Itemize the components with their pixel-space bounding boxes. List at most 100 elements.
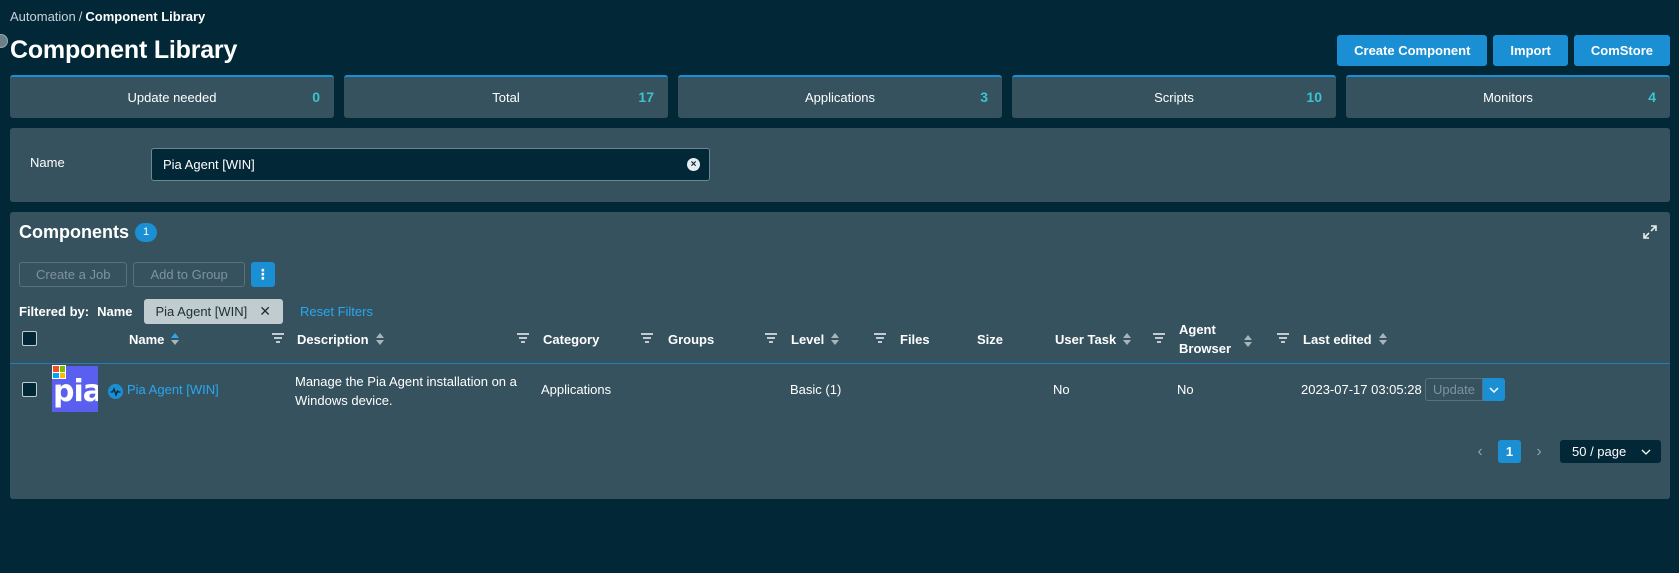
filter-icon[interactable]: [641, 333, 653, 343]
breadcrumb-separator: /: [78, 9, 83, 24]
stat-count: 3: [980, 89, 988, 105]
stat-count: 17: [638, 89, 654, 105]
stats-bar: Update needed 0 Total 17 Applications 3 …: [10, 75, 1670, 118]
filter-icon[interactable]: [1277, 333, 1289, 343]
pagination: ‹ 1 › 50 / page: [1472, 440, 1661, 463]
components-count-badge: 1: [135, 223, 157, 242]
table-header: Name Description Category Groups Level F…: [10, 314, 1670, 364]
column-header-level[interactable]: Level: [791, 314, 840, 364]
import-button[interactable]: Import: [1493, 35, 1568, 66]
sort-icon[interactable]: [1244, 335, 1252, 347]
column-header-user-task[interactable]: User Task: [1055, 314, 1132, 364]
select-all-checkbox[interactable]: [22, 331, 37, 346]
stat-label: Applications: [804, 90, 876, 105]
row-checkbox[interactable]: [22, 382, 37, 397]
filter-icon[interactable]: [765, 333, 777, 343]
column-label: Description: [297, 331, 369, 347]
filter-icon[interactable]: [1153, 333, 1165, 343]
chevron-down-icon: [1641, 449, 1651, 455]
stat-monitors[interactable]: Monitors 4: [1346, 75, 1670, 118]
category-cell: Applications: [541, 382, 612, 397]
level-cell: Basic (1): [790, 382, 842, 397]
column-header-agent-browser[interactable]: Agent Browser: [1179, 314, 1231, 364]
name-filter-value: Pia Agent [WIN]: [163, 157, 255, 172]
page-title: Component Library: [10, 36, 238, 64]
update-button[interactable]: Update: [1425, 378, 1483, 401]
sort-icon[interactable]: [831, 333, 840, 345]
update-split-button: Update: [1425, 378, 1505, 401]
column-header-size[interactable]: Size: [977, 314, 1003, 364]
column-label: User Task: [1055, 331, 1117, 347]
last-edited-cell: 2023-07-17 03:05:28: [1301, 382, 1422, 397]
monitor-pulse-icon: [108, 384, 123, 399]
table-row[interactable]: pia Pia Agent [WIN] Manage the Pia Agent…: [10, 365, 1670, 417]
stat-count: 4: [1648, 89, 1656, 105]
column-header-groups[interactable]: Groups: [668, 314, 714, 364]
breadcrumb-parent[interactable]: Automation: [10, 9, 76, 24]
stat-label: Total: [492, 90, 520, 105]
chevron-down-icon: [1489, 386, 1499, 393]
page-size-value: 50 / page: [1572, 444, 1627, 459]
prev-page-icon[interactable]: ‹: [1472, 443, 1488, 461]
stat-count: 10: [1306, 89, 1322, 105]
filter-panel: Name Pia Agent [WIN] ×: [10, 128, 1670, 202]
description-line: Manage the Pia Agent installation on a: [295, 374, 517, 389]
column-header-files[interactable]: Files: [900, 314, 930, 364]
clear-icon[interactable]: ×: [687, 158, 700, 171]
stat-update-needed[interactable]: Update needed 0: [10, 75, 334, 118]
components-panel: Components 1 Create a Job Add to Group ⋮…: [10, 212, 1670, 499]
sort-icon[interactable]: [1378, 333, 1387, 345]
stat-applications[interactable]: Applications 3: [678, 75, 1002, 118]
component-name-link[interactable]: Pia Agent [WIN]: [127, 382, 219, 397]
column-label: Last edited: [1303, 331, 1372, 347]
header-actions: Create Component Import ComStore: [1337, 35, 1670, 66]
filter-icon[interactable]: [517, 333, 529, 343]
column-label: Level: [791, 331, 825, 347]
stat-count: 0: [312, 89, 320, 105]
add-to-group-button[interactable]: Add to Group: [133, 262, 245, 287]
column-label: Name: [129, 331, 165, 347]
breadcrumb: Automation / Component Library: [10, 9, 205, 24]
description-cell: Manage the Pia Agent installation on a W…: [295, 372, 517, 410]
column-header-category[interactable]: Category: [543, 314, 599, 364]
expand-icon[interactable]: [1642, 224, 1658, 240]
column-label: Files: [900, 331, 930, 347]
create-job-button[interactable]: Create a Job: [19, 262, 128, 287]
user-task-cell: No: [1053, 382, 1070, 397]
page-number[interactable]: 1: [1498, 440, 1521, 463]
logo-text: pia: [53, 374, 98, 409]
filter-icon[interactable]: [874, 333, 886, 343]
more-actions-button[interactable]: ⋮: [250, 262, 275, 287]
stat-scripts[interactable]: Scripts 10: [1012, 75, 1336, 118]
next-page-icon[interactable]: ›: [1531, 443, 1547, 461]
column-label: Groups: [668, 331, 715, 347]
stat-label: Monitors: [1483, 90, 1533, 105]
sidebar-toggle-icon[interactable]: [0, 34, 8, 48]
bulk-actions: Create a Job Add to Group ⋮: [19, 262, 275, 287]
comstore-button[interactable]: ComStore: [1573, 35, 1670, 66]
components-title: Components 1: [19, 222, 157, 243]
column-header-last-edited[interactable]: Last edited: [1303, 314, 1387, 364]
stat-label: Update needed: [127, 90, 217, 105]
column-label: Category: [543, 331, 600, 347]
sort-icon[interactable]: [171, 333, 180, 345]
components-title-text: Components: [19, 222, 129, 242]
column-header-description[interactable]: Description: [297, 314, 384, 364]
column-label: Agent: [1179, 322, 1216, 337]
page-size-select[interactable]: 50 / page: [1560, 440, 1661, 463]
sort-icon[interactable]: [375, 333, 384, 345]
agent-browser-cell: No: [1177, 382, 1194, 397]
sort-icon[interactable]: [1123, 333, 1132, 345]
column-label: Size: [977, 331, 1004, 347]
column-header-name[interactable]: Name: [129, 314, 180, 364]
update-dropdown-button[interactable]: [1482, 378, 1505, 401]
column-label: Browser: [1179, 341, 1232, 356]
name-filter-input[interactable]: Pia Agent [WIN] ×: [151, 148, 710, 181]
create-component-button[interactable]: Create Component: [1337, 35, 1488, 66]
stat-label: Scripts: [1154, 90, 1194, 105]
name-filter-label: Name: [30, 155, 65, 170]
stat-total[interactable]: Total 17: [344, 75, 668, 118]
filter-icon[interactable]: [272, 333, 284, 343]
breadcrumb-current: Component Library: [85, 9, 206, 24]
windows-icon: [52, 365, 66, 379]
